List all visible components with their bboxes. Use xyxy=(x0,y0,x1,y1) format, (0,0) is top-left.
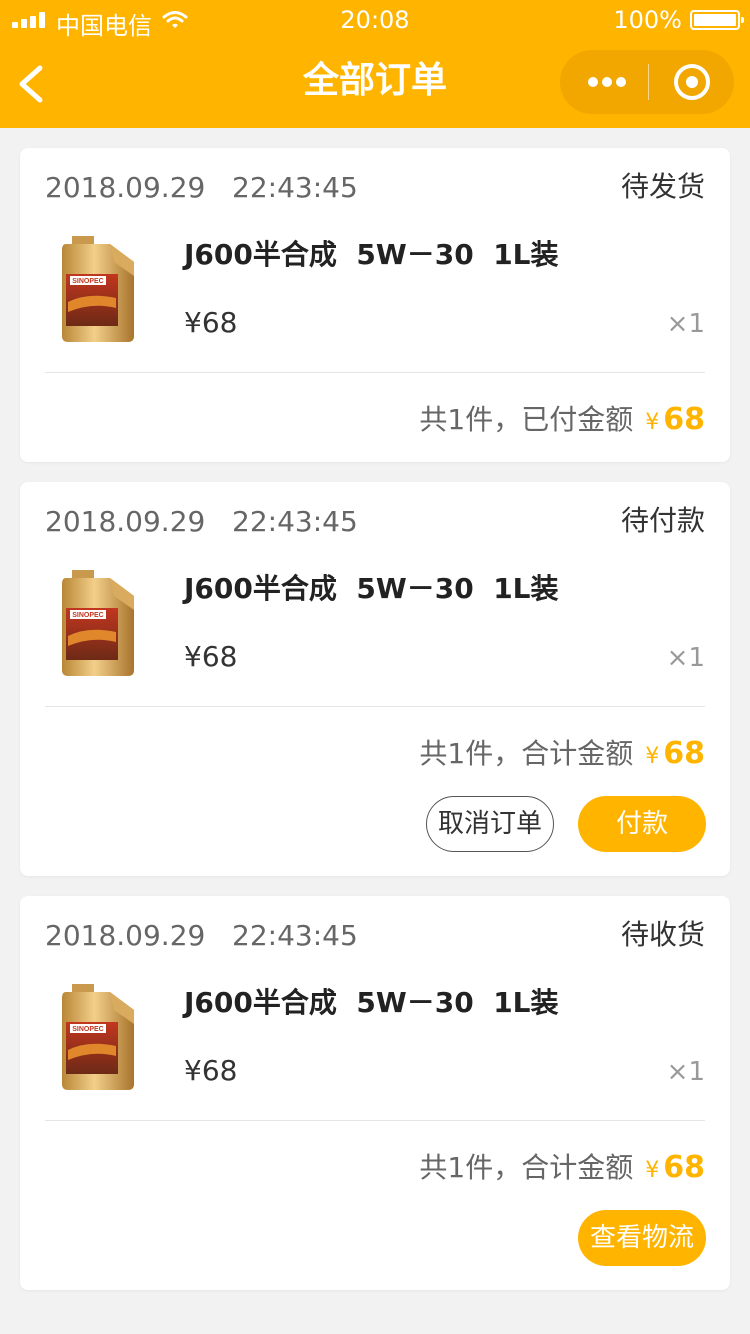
order-card[interactable]: 2018.09.29 22:43:45 待收货 SINOPEC J600半合成 … xyxy=(20,896,730,1290)
product-image: SINOPEC xyxy=(62,984,134,1090)
mini-program-capsule xyxy=(560,50,734,114)
order-total: 68 xyxy=(663,402,705,437)
order-summary: 共1件，已付金额 ¥ 68 xyxy=(419,398,705,438)
order-card[interactable]: 2018.09.29 22:43:45 待付款 SINOPEC J600半合成 … xyxy=(20,482,730,876)
product-quantity: ×1 xyxy=(666,1057,705,1087)
order-card[interactable]: 2018.09.29 22:43:45 待发货 SINOPEC J600半合成 … xyxy=(20,148,730,462)
view-logistics-button[interactable]: 查看物流 xyxy=(578,1210,706,1266)
order-status: 待付款 xyxy=(620,504,705,537)
divider xyxy=(45,706,705,707)
order-time: 2018.09.29 22:43:45 xyxy=(45,505,358,538)
product-brand-text: SINOPEC xyxy=(72,278,104,285)
currency-symbol: ¥ xyxy=(645,410,660,435)
close-mini-program-button[interactable] xyxy=(649,50,734,114)
product-quantity: ×1 xyxy=(666,643,705,673)
product-name: J600半合成 5W－30 1L装 xyxy=(184,572,559,605)
order-summary: 共1件，合计金额 ¥ 68 xyxy=(419,1146,705,1186)
order-total: 68 xyxy=(663,736,705,771)
product-price: ¥68 xyxy=(184,1054,238,1087)
battery-percent: 100% xyxy=(613,6,682,34)
pay-button[interactable]: 付款 xyxy=(578,796,706,852)
currency-symbol: ¥ xyxy=(645,744,660,769)
product-name: J600半合成 5W－30 1L装 xyxy=(184,238,559,271)
product-brand-text: SINOPEC xyxy=(72,612,104,619)
product-image: SINOPEC xyxy=(62,570,134,676)
status-bar: 中国电信 20:08 100% xyxy=(0,0,750,40)
order-status: 待发货 xyxy=(620,170,705,203)
product-name: J600半合成 5W－30 1L装 xyxy=(184,986,559,1019)
header: 中国电信 20:08 100% 全部订单 xyxy=(0,0,750,128)
product-quantity: ×1 xyxy=(666,309,705,339)
order-time: 2018.09.29 22:43:45 xyxy=(45,171,358,204)
order-total: 68 xyxy=(663,1150,705,1185)
product-price: ¥68 xyxy=(184,306,238,339)
cancel-order-button[interactable]: 取消订单 xyxy=(426,796,554,852)
product-brand-text: SINOPEC xyxy=(72,1026,104,1033)
summary-text: 共1件，合计金额 xyxy=(419,1151,634,1184)
order-time: 2018.09.29 22:43:45 xyxy=(45,919,358,952)
currency-symbol: ¥ xyxy=(645,1158,660,1183)
divider xyxy=(45,1120,705,1121)
order-summary: 共1件，合计金额 ¥ 68 xyxy=(419,732,705,772)
summary-text: 共1件，合计金额 xyxy=(419,737,634,770)
more-button[interactable] xyxy=(560,50,648,114)
product-image: SINOPEC xyxy=(62,236,134,342)
product-price: ¥68 xyxy=(184,640,238,673)
summary-text: 共1件，已付金额 xyxy=(419,403,634,436)
battery-icon xyxy=(690,10,744,30)
divider xyxy=(45,372,705,373)
order-status: 待收货 xyxy=(620,918,705,951)
